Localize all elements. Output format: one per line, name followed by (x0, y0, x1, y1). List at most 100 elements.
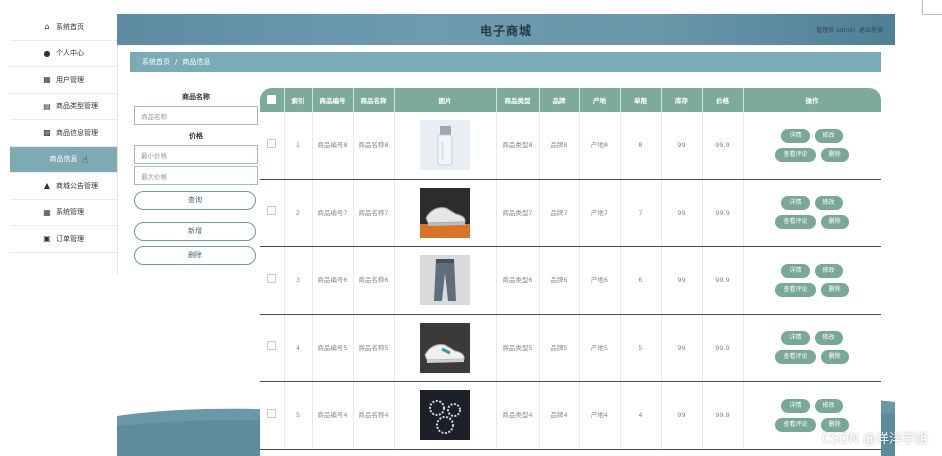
sidebar-item-label: 系统首页 (56, 22, 84, 31)
view-reviews-button[interactable]: 查看评论 (775, 147, 816, 162)
logout-link[interactable]: 退出登录 (859, 27, 883, 34)
sidebar-item-users[interactable]: ▦ 用户管理 (10, 67, 117, 94)
min-price-input[interactable]: 最小价格 (134, 145, 258, 164)
origin-cell: 产地4 (579, 381, 621, 450)
product-name-input[interactable]: 商品名称 (134, 106, 258, 125)
stock-cell: 99 (661, 112, 703, 180)
brand-cell: 品牌4 (539, 381, 580, 450)
product-image-cell (394, 112, 497, 180)
sidebar-item-label: 商城公告管理 (56, 181, 98, 190)
detail-button[interactable]: 详情 (781, 196, 810, 211)
home-icon: ⌂ (44, 22, 50, 32)
breadcrumb-home[interactable]: 系统首页 (142, 57, 170, 67)
query-button[interactable]: 查询 (134, 191, 256, 210)
sidebar-item-announcements[interactable]: ▲ 商城公告管理 (10, 173, 117, 200)
top-header: 电子商城 管理员 admin 退出登录 (117, 14, 895, 45)
brand-cell: 品牌7 (539, 179, 580, 247)
edit-button[interactable]: 修改 (814, 331, 843, 346)
sidebar-item-label: 用户管理 (56, 75, 84, 84)
product-code-cell: 商品编号5 (312, 314, 354, 382)
brand-cell: 品牌5 (539, 314, 580, 382)
column-header: 索引 (284, 88, 313, 112)
product-type-cell: 商品类型7 (496, 179, 540, 247)
product-name-cell: 商品名称6 (353, 246, 395, 315)
table-row: 2 商品编号7 商品名称7 商品类型7 品牌7 产地7 7 99 99.9 详情 修改 查看评论 删除 (260, 179, 881, 247)
product-name-cell: 商品名称5 (353, 314, 395, 382)
row-delete-button[interactable]: 删除 (820, 147, 849, 162)
actions-cell: 详情 修改查看评论 删除 (743, 314, 881, 382)
sidebar-item-orders[interactable]: ▣ 订单管理 (10, 226, 117, 253)
origin-cell: 产地7 (579, 179, 621, 247)
row-checkbox[interactable] (267, 341, 277, 351)
column-header: 图片 (394, 88, 497, 112)
product-image (420, 390, 470, 441)
product-name-cell: 商品名称7 (353, 179, 395, 247)
sidebar-item-label: 商品信息 (49, 155, 78, 164)
row-checkbox[interactable] (267, 138, 277, 148)
detail-button[interactable]: 详情 (781, 398, 810, 413)
search-panel: 商品名称 商品名称 价格 最小价格 最大价格 查询 新增 删除 (134, 92, 258, 265)
view-reviews-button[interactable]: 查看评论 (775, 350, 816, 365)
row-checkbox[interactable] (267, 273, 277, 283)
detail-button[interactable]: 详情 (781, 263, 810, 278)
row-select-cell[interactable] (260, 179, 285, 247)
edit-button[interactable]: 修改 (814, 398, 843, 413)
brand-cell: 品牌8 (539, 112, 580, 180)
sidebar-item-system[interactable]: ▦ 系统管理 (10, 200, 117, 226)
edit-button[interactable]: 修改 (814, 196, 843, 211)
hand-cursor-icon: ☝ (82, 154, 89, 166)
select-all-header[interactable] (260, 88, 285, 112)
price-cell: 99.9 (702, 112, 744, 180)
row-select-cell[interactable] (260, 246, 285, 315)
select-all-checkbox[interactable] (267, 94, 277, 104)
row-checkbox[interactable] (267, 206, 277, 216)
sidebar-item-home[interactable]: ⌂ 系统首页 (10, 14, 117, 41)
view-reviews-button[interactable]: 查看评论 (775, 215, 816, 230)
product-image (420, 322, 470, 373)
index-cell: 3 (284, 246, 313, 315)
actions-cell: 详情 修改查看评论 删除 (743, 112, 881, 180)
max-price-input[interactable]: 最大价格 (134, 166, 258, 185)
edit-button[interactable]: 修改 (814, 128, 843, 143)
table-row: 1 商品编号8 商品名称8 商品类型8 品牌8 产地8 8 99 99.9 详情 修改 查看评论 删除 (260, 112, 881, 180)
product-name-label: 商品名称 (182, 93, 210, 101)
clipboard-icon: ▤ (43, 101, 51, 111)
view-reviews-button[interactable]: 查看评论 (775, 417, 816, 432)
sidebar-item-label: 商品信息管理 (56, 128, 98, 137)
row-checkbox[interactable] (267, 408, 277, 418)
row-delete-button[interactable]: 删除 (820, 215, 849, 230)
delete-button[interactable]: 删除 (134, 246, 256, 265)
sidebar-item-product-info-mgmt[interactable]: ▩ 商品信息管理 (10, 120, 117, 147)
app-title: 电子商城 (479, 24, 532, 38)
column-header: 单限 (620, 88, 662, 112)
index-cell: 2 (284, 179, 313, 247)
add-button[interactable]: 新增 (134, 222, 256, 241)
row-delete-button[interactable]: 删除 (820, 350, 849, 365)
stock-cell: 99 (661, 314, 703, 382)
sidebar-item-profile[interactable]: ● 个人中心 (10, 41, 117, 67)
index-cell: 5 (284, 381, 313, 450)
limit-cell: 6 (620, 246, 662, 315)
column-header: 品牌 (539, 88, 580, 112)
edit-button[interactable]: 修改 (814, 263, 843, 278)
column-header: 产地 (579, 88, 621, 112)
row-select-cell[interactable] (260, 314, 285, 382)
detail-button[interactable]: 详情 (781, 128, 810, 143)
product-image (420, 120, 470, 171)
sidebar-item-product-types[interactable]: ▤ 商品类型管理 (10, 94, 117, 120)
row-select-cell[interactable] (260, 381, 285, 450)
column-header: 操作 (743, 88, 881, 112)
breadcrumb-current: 商品信息 (182, 58, 211, 66)
product-image (420, 255, 470, 306)
view-reviews-button[interactable]: 查看评论 (775, 282, 816, 297)
price-cell: 99.9 (702, 381, 744, 450)
row-select-cell[interactable] (260, 112, 285, 180)
watermark: CSDN @洋洋学姐 (821, 432, 928, 447)
column-header: 库存 (661, 88, 703, 112)
row-delete-button[interactable]: 删除 (820, 282, 849, 297)
user-role-label: 管理员 admin (816, 27, 855, 34)
product-image-cell (394, 179, 497, 247)
detail-button[interactable]: 详情 (781, 331, 810, 346)
sidebar-item-product-info[interactable]: 商品信息 ☝ (10, 146, 117, 173)
sidebar-item-label: 订单管理 (56, 234, 84, 243)
